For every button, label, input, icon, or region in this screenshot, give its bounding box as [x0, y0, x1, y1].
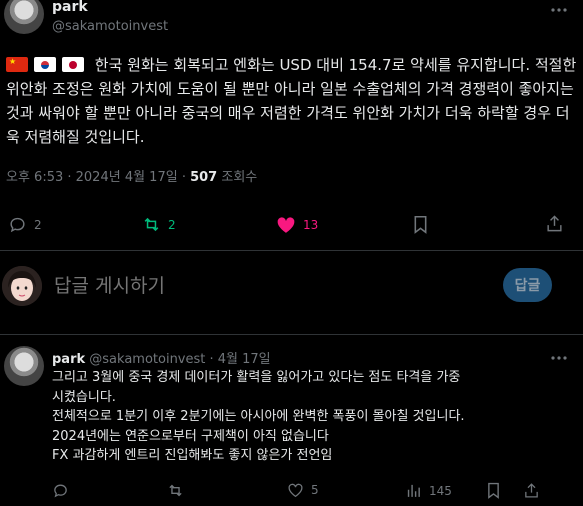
reply-author-avatar[interactable]: [4, 346, 44, 386]
flag-south-korea-icon: [34, 57, 56, 72]
post-meta: 오후 6:53 · 2024년 4월 17일 · 507 조회수: [6, 166, 257, 185]
reply-bookmark-button[interactable]: [486, 482, 501, 499]
current-user-avatar[interactable]: [2, 266, 42, 306]
heart-icon: [288, 483, 303, 498]
like-count: 13: [303, 217, 319, 232]
reply-more-options-icon[interactable]: [549, 352, 569, 364]
reply-date[interactable]: · 4월 17일: [210, 352, 271, 367]
reply-text-line: 전체적으로 1분기 이후 2분기에는 아시아에 완벽한 폭풍이 몰아칠 것입니다…: [52, 409, 465, 424]
like-button[interactable]: 13: [276, 215, 318, 234]
views-count: 507: [190, 170, 218, 185]
repost-icon: [169, 484, 182, 497]
views-chart-icon: [407, 484, 420, 497]
author-handle[interactable]: @sakamotoinvest: [52, 19, 168, 34]
bookmark-icon: [414, 215, 427, 234]
reply-like-button[interactable]: 5: [287, 482, 319, 498]
reply-text: 그리고 3월에 중국 경제 데이터가 활력을 잃어가고 있다는 점도 타격을 가…: [52, 368, 580, 466]
reply-icon: [54, 484, 67, 498]
reply-text-line: FX 과감하게 엔트리 진입해봐도 좋지 않은가 전언임: [52, 448, 333, 463]
reply-submit-button[interactable]: 답글: [503, 268, 552, 302]
bookmark-icon: [488, 482, 499, 499]
divider: [0, 250, 583, 251]
reply-text-line: 시켰습니다.: [52, 389, 116, 405]
reply-reply-button[interactable]: [52, 482, 69, 499]
reply-views-count: 145: [429, 483, 452, 498]
views-label: 조회수: [217, 170, 258, 185]
reply-button[interactable]: 2: [8, 215, 42, 234]
reply-author-name[interactable]: park: [52, 352, 85, 367]
bookmark-button[interactable]: [412, 215, 429, 234]
reply-repost-button[interactable]: [167, 482, 184, 499]
share-icon: [525, 483, 538, 498]
reply-icon: [10, 217, 25, 233]
reply-author-handle[interactable]: @sakamotoinvest: [89, 352, 205, 367]
reply-views-button[interactable]: 145: [405, 482, 452, 499]
repost-icon: [144, 217, 159, 232]
flag-japan-icon: [62, 57, 84, 72]
share-button[interactable]: [545, 214, 564, 233]
post-text: 한국 원화는 회복되고 엔화는 USD 대비 154.7로 약세를 유지합니다.…: [6, 56, 577, 146]
more-options-icon[interactable]: [549, 4, 569, 16]
reply-text-line: 2024년에는 연준으로부터 구제책이 아직 없습니다: [52, 428, 329, 444]
reply-input[interactable]: [54, 270, 484, 302]
share-icon: [547, 215, 562, 232]
reply-text-line: 그리고 3월에 중국 경제 데이터가 활력을 잃어가고 있다는 점도 타격을 가…: [52, 370, 461, 385]
repost-count: 2: [168, 217, 176, 232]
author-name[interactable]: park: [52, 0, 88, 15]
reply-count: 2: [34, 217, 42, 232]
reply-like-count: 5: [311, 483, 319, 497]
divider: [0, 334, 583, 335]
post-timestamp[interactable]: 오후 6:53 · 2024년 4월 17일 ·: [6, 170, 190, 185]
reply-header: park @sakamotoinvest · 4월 17일: [52, 348, 271, 367]
reply-submit-label: 답글: [514, 278, 541, 294]
author-avatar[interactable]: [4, 0, 44, 34]
reply-share-button[interactable]: [523, 482, 540, 499]
flag-china-icon: [6, 57, 28, 72]
post-text-block: 한국 원화는 회복되고 엔화는 USD 대비 154.7로 약세를 유지합니다.…: [6, 53, 578, 149]
heart-filled-icon: [277, 217, 295, 233]
repost-button[interactable]: 2: [142, 215, 176, 234]
